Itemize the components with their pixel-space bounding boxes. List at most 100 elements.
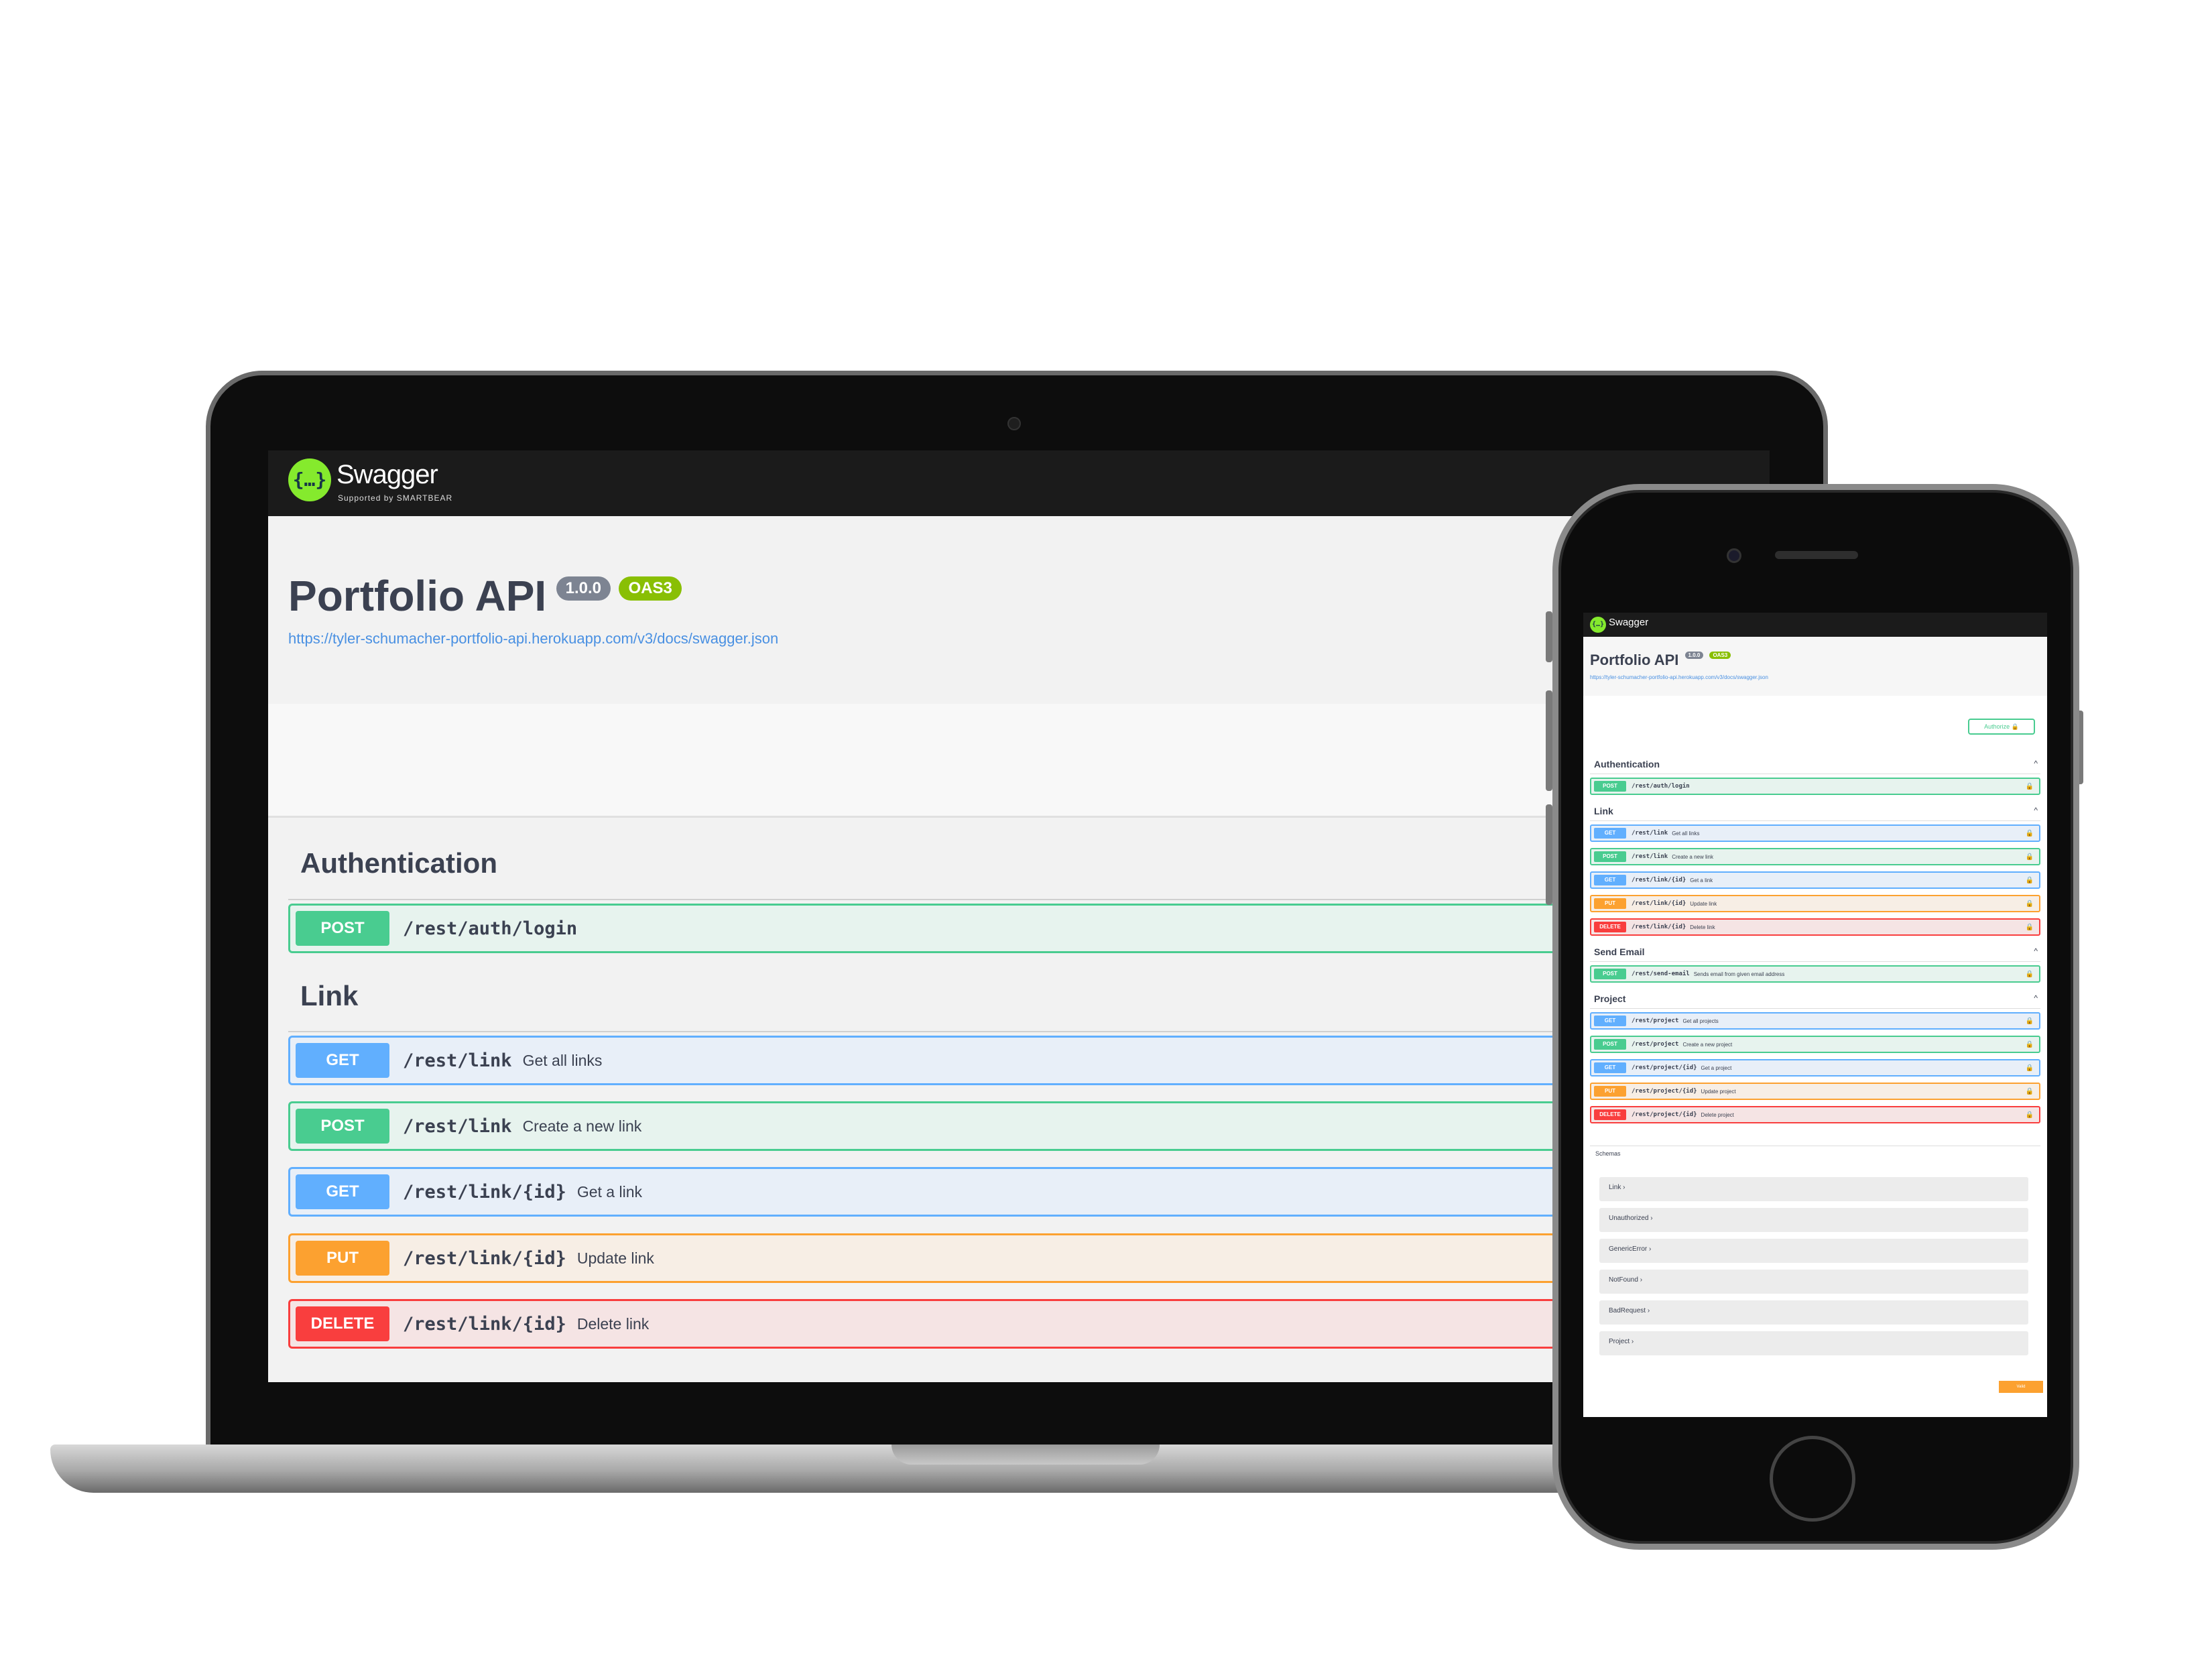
- page-title: Portfolio API 1.0.0 OAS3: [1590, 652, 1731, 669]
- operation-path: /rest/auth/login: [403, 918, 578, 939]
- swagger-brand-sub: Supported by SMARTBEAR: [338, 493, 453, 503]
- authorize-button[interactable]: Authorize 🔒: [1968, 719, 2035, 735]
- phone-camera: [1727, 548, 1741, 563]
- method-badge: PUT: [1594, 898, 1626, 909]
- operation-put-link-id[interactable]: PUT /rest/link/{id} Update link 🔒: [1590, 895, 2040, 912]
- operation-post-send-email[interactable]: POST /rest/send-email Sends email from g…: [1590, 965, 2040, 983]
- lock-icon[interactable]: 🔒: [2026, 830, 2034, 837]
- tag-project[interactable]: Project: [1594, 993, 1625, 1004]
- operation-path: /rest/link/{id}: [1632, 924, 1686, 930]
- tag-link[interactable]: Link: [300, 980, 358, 1012]
- swagger-logo-icon[interactable]: {…}: [1590, 617, 1606, 633]
- lock-icon[interactable]: 🔒: [2026, 853, 2034, 861]
- schema-name: NotFound: [1609, 1276, 1638, 1284]
- operation-get-link-id[interactable]: GET /rest/link/{id} Get a link: [288, 1167, 1770, 1217]
- lock-icon[interactable]: 🔒: [2026, 1018, 2034, 1025]
- method-badge: POST: [1594, 1039, 1626, 1050]
- lock-icon[interactable]: 🔒: [2026, 1088, 2034, 1095]
- operation-post-link[interactable]: POST /rest/link Create a new link 🔒: [1590, 848, 2040, 865]
- method-badge: POST: [296, 1109, 389, 1144]
- operation-path: /rest/link/{id}: [403, 1313, 566, 1335]
- tag-divider: [1590, 820, 2040, 821]
- tag-divider: [1590, 1008, 2040, 1009]
- lock-icon: 🔒: [2011, 723, 2019, 730]
- collapse-icon[interactable]: ^: [2034, 806, 2038, 815]
- operation-summary: Create a new project: [1682, 1041, 1733, 1048]
- operation-get-link[interactable]: GET /rest/link Get all links 🔒: [1590, 824, 2040, 842]
- spec-url-link[interactable]: https://tyler-schumacher-portfolio-api.h…: [288, 630, 778, 648]
- operation-summary: Get a project: [1701, 1064, 1732, 1071]
- operation-delete-link-id[interactable]: DELETE /rest/link/{id} Delete link: [288, 1299, 1770, 1349]
- phone-screen: {…} Swagger Portfolio API 1.0.0 OAS3 htt…: [1583, 613, 2047, 1417]
- validator-badge[interactable]: Valid: [1999, 1381, 2043, 1393]
- operation-path: /rest/link/{id}: [403, 1247, 566, 1269]
- operation-path: /rest/send-email: [1632, 971, 1690, 977]
- schema-generic-error[interactable]: GenericError ›: [1599, 1239, 2028, 1263]
- operation-get-project-id[interactable]: GET /rest/project/{id} Get a project 🔒: [1590, 1059, 2040, 1077]
- swagger-brand[interactable]: Swagger: [1609, 617, 1648, 628]
- operation-put-link-id[interactable]: PUT /rest/link/{id} Update link: [288, 1233, 1770, 1283]
- schema-bad-request[interactable]: BadRequest ›: [1599, 1300, 2028, 1325]
- lock-icon[interactable]: 🔒: [2026, 900, 2034, 908]
- laptop-screen: {…} Swagger Supported by SMARTBEAR Portf…: [268, 450, 1770, 1382]
- operation-get-link-id[interactable]: GET /rest/link/{id} Get a link 🔒: [1590, 871, 2040, 889]
- swagger-brand[interactable]: Swagger: [336, 460, 438, 490]
- operation-get-link[interactable]: GET /rest/link Get all links: [288, 1036, 1770, 1085]
- operation-path: /rest/project: [1632, 1041, 1679, 1048]
- laptop-notch: [892, 1445, 1160, 1465]
- phone-volume-up: [1546, 690, 1552, 791]
- collapse-icon[interactable]: ^: [2034, 993, 2038, 1003]
- operation-summary: Update link: [1690, 900, 1717, 907]
- collapse-icon[interactable]: ^: [2034, 946, 2038, 956]
- tag-send-email[interactable]: Send Email: [1594, 946, 1644, 957]
- expand-icon: ›: [1649, 1245, 1652, 1253]
- authorize-label: Authorize: [1984, 723, 2010, 730]
- operation-put-project-id[interactable]: PUT /rest/project/{id} Update project 🔒: [1590, 1083, 2040, 1100]
- lock-icon[interactable]: 🔒: [2026, 1041, 2034, 1048]
- schema-project[interactable]: Project ›: [1599, 1331, 2028, 1355]
- lock-icon[interactable]: 🔒: [2026, 877, 2034, 884]
- method-badge: GET: [296, 1043, 389, 1078]
- method-badge: POST: [1594, 781, 1626, 792]
- method-badge: GET: [1594, 828, 1626, 839]
- method-badge: POST: [1594, 969, 1626, 979]
- method-badge: PUT: [296, 1241, 389, 1276]
- phone-volume-down: [1546, 804, 1552, 905]
- operation-summary: Create a new link: [522, 1117, 642, 1135]
- operation-path: /rest/link: [1632, 830, 1668, 837]
- operation-post-auth-login[interactable]: POST /rest/auth/login 🔒: [1590, 778, 2040, 795]
- operation-summary: Delete link: [576, 1314, 650, 1333]
- operation-get-project[interactable]: GET /rest/project Get all projects 🔒: [1590, 1012, 2040, 1030]
- lock-icon[interactable]: 🔒: [2026, 783, 2034, 790]
- schema-link[interactable]: Link ›: [1599, 1177, 2028, 1201]
- operation-post-auth-login[interactable]: POST /rest/auth/login: [288, 904, 1770, 953]
- operation-delete-project-id[interactable]: DELETE /rest/project/{id} Delete project…: [1590, 1106, 2040, 1123]
- schema-unauthorized[interactable]: Unauthorized ›: [1599, 1208, 2028, 1232]
- laptop-camera: [1007, 417, 1021, 430]
- swagger-logo-icon[interactable]: {…}: [288, 458, 331, 501]
- operation-delete-link-id[interactable]: DELETE /rest/link/{id} Delete link 🔒: [1590, 918, 2040, 936]
- lock-icon[interactable]: 🔒: [2026, 971, 2034, 978]
- operation-summary: Delete link: [1690, 924, 1715, 930]
- method-badge: GET: [1594, 875, 1626, 885]
- schema-not-found[interactable]: NotFound ›: [1599, 1270, 2028, 1294]
- schema-name: BadRequest: [1609, 1307, 1646, 1314]
- expand-icon: ›: [1640, 1276, 1643, 1284]
- expand-icon: ›: [1647, 1307, 1650, 1314]
- lock-icon[interactable]: 🔒: [2026, 1111, 2034, 1119]
- spec-url-link[interactable]: https://tyler-schumacher-portfolio-api.h…: [1590, 674, 1768, 680]
- schemas-section[interactable]: Schemas: [1590, 1146, 2040, 1160]
- collapse-icon[interactable]: ^: [2034, 759, 2038, 768]
- method-badge: GET: [1594, 1016, 1626, 1026]
- lock-icon[interactable]: 🔒: [2026, 1064, 2034, 1072]
- tag-link[interactable]: Link: [1594, 806, 1613, 816]
- tag-authentication[interactable]: Authentication: [300, 847, 497, 879]
- operation-summary: Get all links: [1672, 830, 1700, 837]
- operation-path: /rest/link: [1632, 853, 1668, 860]
- operation-post-link[interactable]: POST /rest/link Create a new link: [288, 1101, 1770, 1151]
- page-title: Portfolio API: [288, 572, 547, 620]
- tag-authentication[interactable]: Authentication: [1594, 759, 1660, 770]
- lock-icon[interactable]: 🔒: [2026, 924, 2034, 931]
- phone-home-button[interactable]: [1770, 1436, 1855, 1522]
- operation-post-project[interactable]: POST /rest/project Create a new project …: [1590, 1036, 2040, 1053]
